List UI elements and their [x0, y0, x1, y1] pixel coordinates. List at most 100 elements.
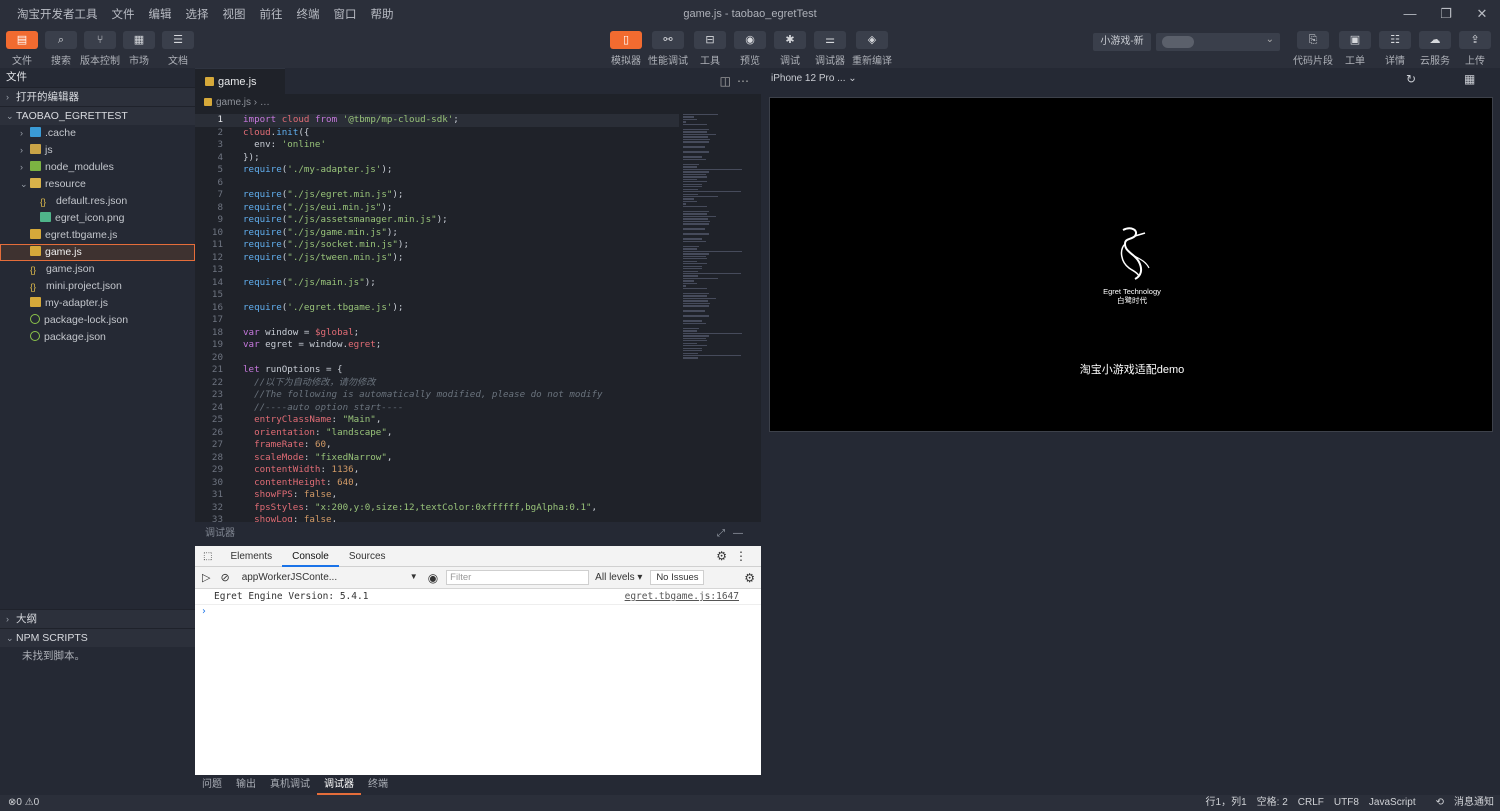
menu-item-8[interactable]: 帮助: [371, 6, 394, 22]
minimize-panel-icon[interactable]: —: [733, 528, 751, 539]
toolbar-button-search[interactable]: ⌕ 搜索: [41, 31, 81, 67]
console-filter-input[interactable]: Filter: [446, 570, 590, 585]
tab-sources[interactable]: Sources: [339, 546, 396, 567]
menu-item-3[interactable]: 选择: [186, 6, 209, 22]
toolbar-button-branch[interactable]: ⑂ 版本控制: [80, 31, 120, 67]
compile-mode-select[interactable]: ⌄: [1156, 33, 1280, 51]
minimap-line: [683, 133, 717, 136]
menu-item-6[interactable]: 终端: [297, 6, 320, 22]
maximize-button[interactable]: ❐: [1428, 0, 1464, 28]
toolbar-button-grid[interactable]: ▦ 市场: [119, 31, 159, 67]
tree-item[interactable]: › js: [0, 142, 195, 159]
compile-mode-label[interactable]: 小游戏-新: [1093, 33, 1151, 51]
menu-item-2[interactable]: 编辑: [149, 6, 172, 22]
line-ending[interactable]: CRLF: [1298, 795, 1324, 811]
menu-item-1[interactable]: 文件: [112, 6, 135, 22]
layout-grid-icon[interactable]: ▦: [1464, 68, 1475, 90]
project-section[interactable]: ⌄ TAOBAO_EGRETTEST: [0, 106, 195, 125]
tree-item[interactable]: › .cache: [0, 125, 195, 142]
problems-count[interactable]: ⊗0 ⚠0: [8, 795, 39, 811]
levels-select[interactable]: All levels ▾: [595, 572, 642, 583]
toolbar-button-doc[interactable]: ☰ 文档: [158, 31, 198, 67]
code-text: orientation: "landscape",: [254, 426, 393, 438]
tree-item[interactable]: my-adapter.js: [0, 295, 195, 312]
toolbar-button-upload[interactable]: ⇪ 上传: [1455, 31, 1495, 67]
device-select[interactable]: iPhone 12 Pro ... ⌄: [771, 73, 857, 84]
tree-item[interactable]: {} game.json: [0, 261, 195, 278]
cursor-position[interactable]: 行1，列1: [1206, 795, 1247, 811]
menu-item-7[interactable]: 窗口: [334, 6, 357, 22]
code-line: 23 //The following is automatically modi…: [195, 389, 679, 402]
console-prompt[interactable]: ›: [195, 605, 761, 619]
close-button[interactable]: ✕: [1464, 0, 1500, 28]
toolbar-button-toolbox[interactable]: ⊟ 工具: [690, 31, 730, 67]
tab-game-js[interactable]: game.js: [195, 68, 285, 94]
image-file-icon: [40, 212, 51, 222]
toolbar-button-cloud[interactable]: ☁ 云服务: [1415, 31, 1455, 67]
menu-item-5[interactable]: 前往: [260, 6, 283, 22]
tree-item[interactable]: › node_modules: [0, 159, 195, 176]
console-source-link[interactable]: egret.tbgame.js:1647: [625, 589, 739, 605]
toolbar-button-perf[interactable]: ⚯ 性能调试: [648, 31, 688, 67]
npm-scripts-section[interactable]: ⌄ NPM SCRIPTS: [0, 628, 195, 647]
inspect-icon[interactable]: ⬚: [195, 546, 220, 567]
console-settings-icon[interactable]: ⚙: [744, 571, 761, 585]
settings-gear-icon[interactable]: ⚙: [716, 549, 735, 563]
panel-tab-3[interactable]: 调试器: [317, 775, 361, 795]
minimap-line: [683, 136, 709, 138]
refresh-icon[interactable]: ↻: [1406, 68, 1416, 90]
tab-elements[interactable]: Elements: [220, 546, 282, 567]
outline-section[interactable]: › 大纲: [0, 609, 195, 628]
menu-item-0[interactable]: 淘宝开发者工具: [17, 6, 98, 22]
open-editors-section[interactable]: › 打开的编辑器: [0, 87, 195, 106]
panel-tab-2[interactable]: 真机调试: [263, 775, 317, 795]
toolbar-button-snippet[interactable]: ⎘ 代码片段: [1293, 31, 1333, 67]
toolbar-button-layers[interactable]: ◈ 重新编译: [852, 31, 892, 67]
context-select[interactable]: appWorkerJSConte... ▼: [242, 572, 422, 583]
toolbar-button-ticket[interactable]: ▣ 工单: [1335, 31, 1375, 67]
tree-item[interactable]: package.json: [0, 329, 195, 346]
tree-item[interactable]: {} default.res.json: [0, 193, 195, 210]
tree-item[interactable]: ⌄ resource: [0, 176, 195, 193]
minimap-line: [683, 273, 741, 275]
more-icon[interactable]: ⋯: [737, 74, 755, 88]
minimap[interactable]: [683, 114, 753, 359]
tree-item[interactable]: egret_icon.png: [0, 210, 195, 227]
panel-tab-0[interactable]: 问题: [195, 775, 229, 795]
panel-tab-1[interactable]: 输出: [229, 775, 263, 795]
split-editor-icon[interactable]: ◫: [720, 74, 737, 88]
toolbar-button-phone[interactable]: ▯ 模拟器: [606, 31, 646, 67]
expand-icon[interactable]: ⤢: [717, 528, 733, 539]
console-output[interactable]: Egret Engine Version: 5.4.1 egret.tbgame.…: [195, 589, 761, 619]
indentation[interactable]: 空格: 2: [1257, 795, 1288, 811]
live-expression-eye-icon[interactable]: ◉: [428, 571, 438, 585]
line-number: 18: [211, 326, 223, 338]
tree-item[interactable]: {} mini.project.json: [0, 278, 195, 295]
kebab-menu-icon[interactable]: ⋮: [735, 549, 755, 563]
toolbar-button-list[interactable]: ☷ 详情: [1375, 31, 1415, 67]
toolbar-button-sliders[interactable]: ⚌ 调试器: [810, 31, 850, 67]
toolbar-button-file[interactable]: ▤ 文件: [2, 31, 42, 67]
breadcrumb[interactable]: game.js › …: [195, 94, 761, 112]
encoding[interactable]: UTF8: [1334, 795, 1359, 811]
issues-button[interactable]: No Issues: [650, 570, 705, 585]
simulator-screen[interactable]: Egret Technology 白鹭时代 淘宝小游戏适配demo: [769, 97, 1493, 432]
code-text: env: 'online': [243, 139, 326, 150]
toolbar-button-bug[interactable]: ✱ 调试: [770, 31, 810, 67]
language-mode[interactable]: JavaScript: [1369, 795, 1416, 811]
minimize-button[interactable]: —: [1392, 0, 1428, 28]
toolbar-button-eye[interactable]: ◉ 预览: [730, 31, 770, 67]
code-area[interactable]: 1 import cloud from '@tbmp/mp-cloud-sdk';…: [195, 114, 679, 522]
clear-console-icon[interactable]: ⊘: [220, 571, 229, 584]
panel-tab-4[interactable]: 终端: [361, 775, 395, 795]
minimap-line: [683, 285, 686, 287]
tab-console[interactable]: Console: [282, 546, 339, 567]
tree-item[interactable]: package-lock.json: [0, 312, 195, 329]
notifications[interactable]: ⟲ 消息通知: [1426, 795, 1494, 811]
debugger-title: 调试器: [205, 528, 235, 539]
tree-item[interactable]: egret.tbgame.js: [0, 227, 195, 244]
tree-item[interactable]: game.js: [0, 244, 195, 261]
code-line: 3 env: 'online': [195, 139, 679, 152]
sidebar-toggle-icon[interactable]: ▷: [202, 571, 210, 584]
menu-item-4[interactable]: 视图: [223, 6, 246, 22]
